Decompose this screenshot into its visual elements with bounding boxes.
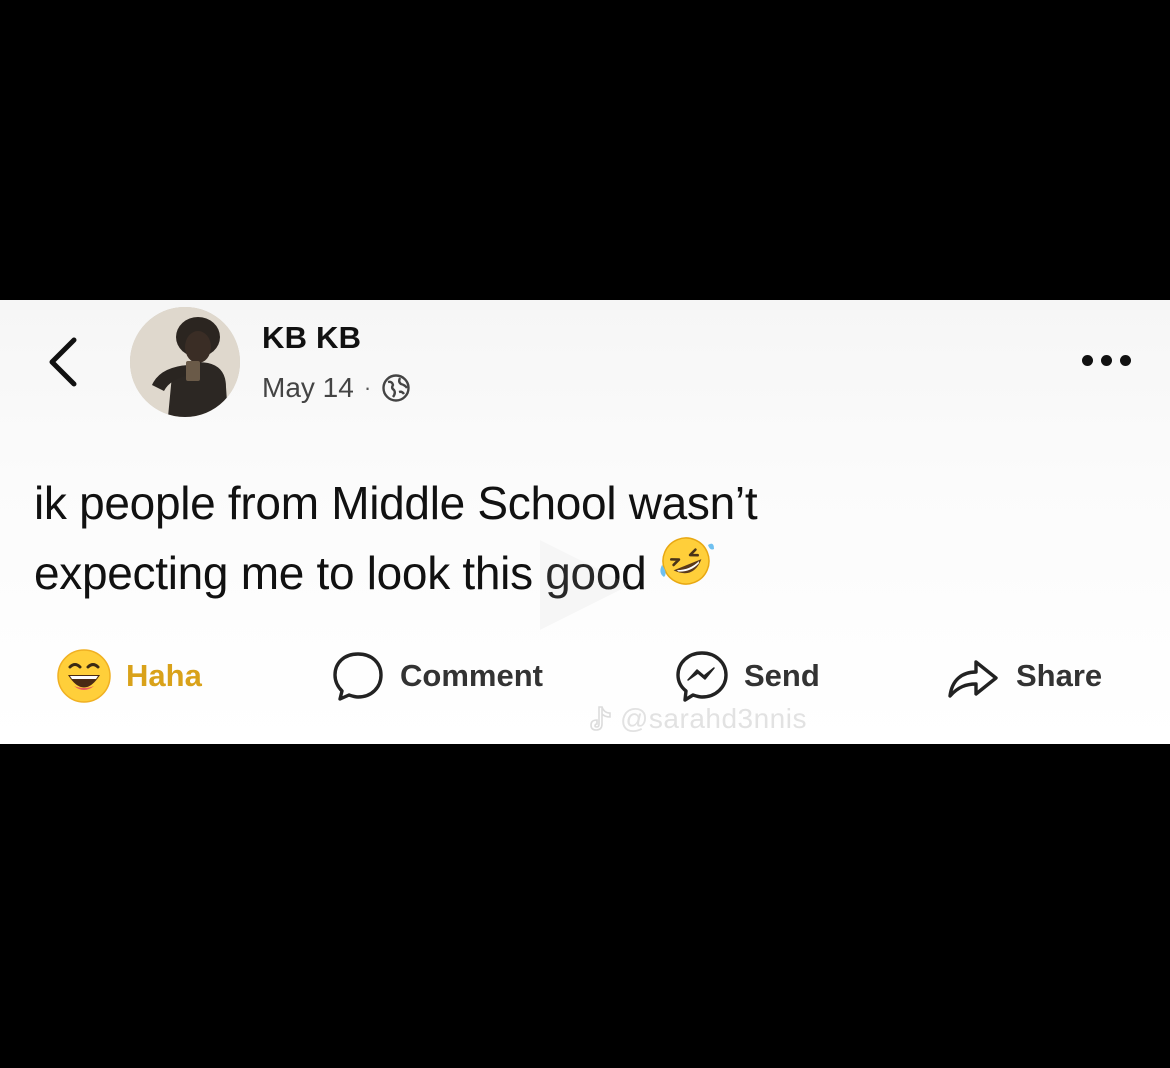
post-actions-bar: Haha Comment Send Share (0, 640, 1170, 712)
back-button[interactable] (40, 334, 88, 390)
globe-icon (382, 374, 410, 402)
post-card: KB KB May 14 · ik people from Middle Sch… (0, 300, 1170, 744)
author-name[interactable]: KB KB (262, 320, 361, 356)
send-label: Send (744, 658, 820, 693)
post-text-line-1: ik people from Middle School wasn’t (34, 477, 758, 529)
chevron-left-icon (49, 337, 77, 387)
send-button[interactable]: Send (674, 640, 820, 712)
post-meta: May 14 · (262, 368, 411, 408)
share-label: Share (1016, 658, 1103, 693)
share-arrow-icon (948, 660, 998, 698)
post-text-line-2-text: expecting me to look this good (34, 547, 647, 599)
more-dot (1100, 354, 1112, 366)
more-dot (1119, 354, 1131, 366)
avatar-photo (130, 307, 240, 417)
post-text: ik people from Middle School wasn’t expe… (34, 468, 1134, 608)
more-horizontal-icon (1081, 354, 1093, 366)
comment-label: Comment (400, 658, 543, 693)
avatar[interactable] (130, 307, 240, 417)
letterbox-top (0, 0, 1170, 300)
haha-reaction-icon (57, 649, 111, 703)
meta-separator: · (363, 375, 372, 400)
letterbox-bottom (0, 744, 1170, 1068)
comment-bubble-icon (333, 652, 383, 701)
haha-label: Haha (126, 658, 202, 693)
more-options-button[interactable] (1072, 340, 1140, 380)
share-button[interactable]: Share (944, 640, 1102, 712)
post-text-line-2: expecting me to look this good (34, 535, 1134, 608)
post-date[interactable]: May 14 (262, 372, 354, 404)
rolling-on-floor-laughing-emoji-icon (656, 535, 716, 606)
comment-button[interactable]: Comment (330, 640, 543, 712)
messenger-icon (676, 651, 728, 702)
haha-reaction-button[interactable]: Haha (56, 640, 202, 712)
